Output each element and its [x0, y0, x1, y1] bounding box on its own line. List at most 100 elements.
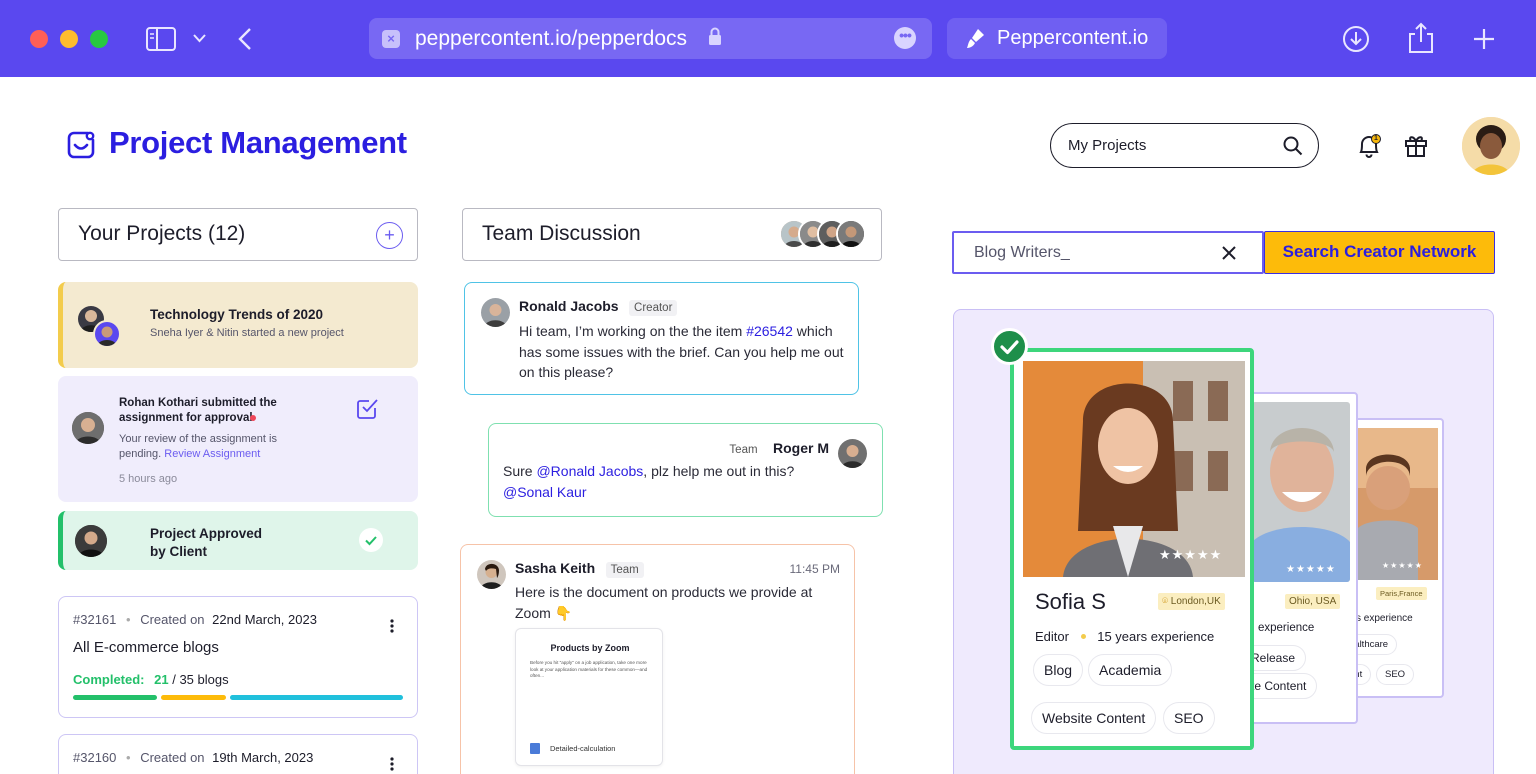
creator-photo: ★★★★★ [1252, 402, 1350, 582]
avatar [75, 525, 107, 557]
project-created-date: 22nd March, 2023 [212, 612, 317, 627]
my-projects-search-input[interactable]: My Projects [1050, 123, 1319, 168]
rating-stars: ★★★★★ [1286, 564, 1336, 575]
add-project-button[interactable]: + [376, 222, 403, 249]
avatar [838, 439, 867, 468]
search-icon[interactable] [1283, 136, 1303, 156]
creator-tag[interactable]: Website Content [1031, 702, 1157, 734]
avatar [93, 320, 121, 348]
message-text: Hi team, I’m working on the the item [519, 323, 747, 339]
lock-icon [709, 27, 721, 45]
kebab-menu-icon[interactable] [390, 619, 394, 638]
page-title: Project Management [109, 125, 407, 160]
message-time: 11:45 PM [789, 562, 840, 576]
creator-card[interactable]: ★★★★★ Ohio, USA experience Release te Co… [1238, 392, 1358, 724]
project-logo-icon [67, 131, 95, 159]
creator-name: Sofia S [1035, 589, 1106, 614]
address-bar[interactable]: × peppercontent.io/pepperdocs ••• [369, 18, 932, 59]
creator-search-input[interactable]: Blog Writers_ [952, 231, 1264, 274]
separator-dot [1080, 634, 1086, 639]
minimize-window-button[interactable] [60, 30, 78, 48]
download-icon[interactable] [1342, 25, 1370, 53]
activity-subtitle: Sneha Iyer & Nitin started a new project [150, 327, 344, 339]
progress-segment-completed [73, 695, 157, 700]
message-author: Ronald Jacobs [519, 298, 619, 314]
progress-status-label: Completed: [73, 672, 145, 687]
project-created-date: 19th March, 2023 [212, 750, 314, 765]
activity-time: 5 hours ago [119, 473, 178, 485]
site-favicon-icon: × [382, 30, 400, 48]
member-avatar[interactable] [836, 219, 866, 249]
close-window-button[interactable] [30, 30, 48, 48]
project-id: #32161 [73, 612, 117, 627]
mention-link[interactable]: @Sonal Kaur [503, 484, 586, 500]
creator-card[interactable]: ★★★★★ Paris,France s experience ealthcar… [1340, 418, 1444, 698]
kebab-menu-icon[interactable] [390, 757, 394, 774]
clear-search-icon[interactable] [1218, 242, 1240, 264]
message-role-badge: Creator [629, 300, 678, 316]
chevron-down-icon[interactable] [193, 34, 206, 43]
project-item[interactable]: #32161 • Created on 22nd March, 2023 All… [58, 596, 418, 718]
search-creator-network-button[interactable]: Search Creator Network [1264, 231, 1495, 274]
creator-role: Editor [1035, 629, 1069, 644]
document-preview-text: Before you hit "apply" on a job applicat… [530, 660, 648, 678]
review-assignment-link[interactable]: Review Assignment [164, 448, 260, 460]
sidebar-icon[interactable] [146, 27, 176, 51]
gift-icon[interactable] [1403, 132, 1429, 158]
search-placeholder: My Projects [1068, 137, 1147, 154]
document-filename: Detailed-calculation [550, 744, 616, 753]
unread-dot [250, 415, 256, 421]
message-author: Roger M [773, 440, 829, 456]
rating-stars: ★★★★★ [1159, 547, 1223, 562]
progress-total: / 35 blogs [172, 672, 229, 687]
creator-tag[interactable]: Academia [1088, 654, 1173, 686]
creator-tag[interactable]: SEO [1163, 702, 1215, 734]
rating-stars: ★★★★★ [1382, 561, 1423, 570]
document-attachment[interactable]: Products by Zoom Before you hit "apply" … [515, 628, 663, 766]
creator-tag[interactable]: Blog [1033, 654, 1084, 686]
new-tab-icon[interactable] [1473, 28, 1495, 50]
mention-link[interactable]: @Ronald Jacobs [536, 463, 643, 479]
activity-title: Technology Trends of 2020 [150, 307, 324, 322]
maximize-window-button[interactable] [90, 30, 108, 48]
creator-location: Paris,France [1376, 587, 1427, 600]
creator-search-value: Blog Writers_ [974, 244, 1070, 261]
location-pin-icon: ⌾ [1162, 596, 1168, 607]
project-created-label: Created on [140, 750, 205, 765]
activity-title: Project Approved by Client [150, 526, 263, 559]
team-discussion-header: Team Discussion [462, 208, 882, 261]
tab-peppercontent[interactable]: Peppercontent.io [947, 18, 1167, 59]
user-avatar[interactable] [1462, 117, 1520, 175]
message-author: Sasha Keith [515, 560, 596, 576]
document-file-icon [530, 743, 540, 754]
progress-segment-remaining [230, 695, 403, 700]
activity-card-submission[interactable]: Rohan Kothari submitted the assignment f… [58, 376, 418, 502]
progress-done-count: 21 [154, 672, 169, 687]
brush-icon [967, 29, 984, 48]
approved-check-icon [359, 528, 383, 552]
project-id: #32160 [73, 750, 117, 765]
checkbox-approve-icon[interactable] [356, 397, 379, 420]
tab-title: Peppercontent.io [997, 27, 1149, 49]
creator-experience: s experience [1356, 613, 1413, 624]
project-item[interactable]: #32160 • Created on 19th March, 2023 [58, 734, 418, 774]
creator-card-selected[interactable]: ★★★★★ Sofia S ⌾ London,UK Editor 15 year… [1010, 348, 1254, 750]
selected-check-icon [991, 328, 1028, 365]
chat-message: Team Roger M Sure @Ronald Jacobs, plz he… [488, 423, 883, 517]
team-discussion-title: Team Discussion [482, 222, 641, 245]
activity-card-approved[interactable]: Project Approved by Client [58, 511, 418, 570]
more-options-icon[interactable]: ••• [894, 27, 916, 49]
your-projects-header: Your Projects (12) + [58, 208, 418, 261]
avatar [72, 412, 104, 444]
share-icon[interactable] [1408, 22, 1434, 54]
creator-tag[interactable]: SEO [1376, 664, 1415, 685]
message-role-badge: Team [724, 442, 763, 458]
item-reference-link[interactable]: #26542 [746, 323, 793, 339]
creator-photo: ★★★★★ [1023, 361, 1245, 577]
avatar [481, 298, 510, 327]
back-arrow-icon[interactable] [238, 27, 252, 51]
creator-location: Ohio, USA [1285, 594, 1341, 609]
browser-toolbar: × peppercontent.io/pepperdocs ••• Pepper… [0, 0, 1536, 77]
activity-card-new-project[interactable]: Technology Trends of 2020 Sneha Iyer & N… [58, 282, 418, 368]
document-title: Products by Zoom [550, 643, 630, 653]
